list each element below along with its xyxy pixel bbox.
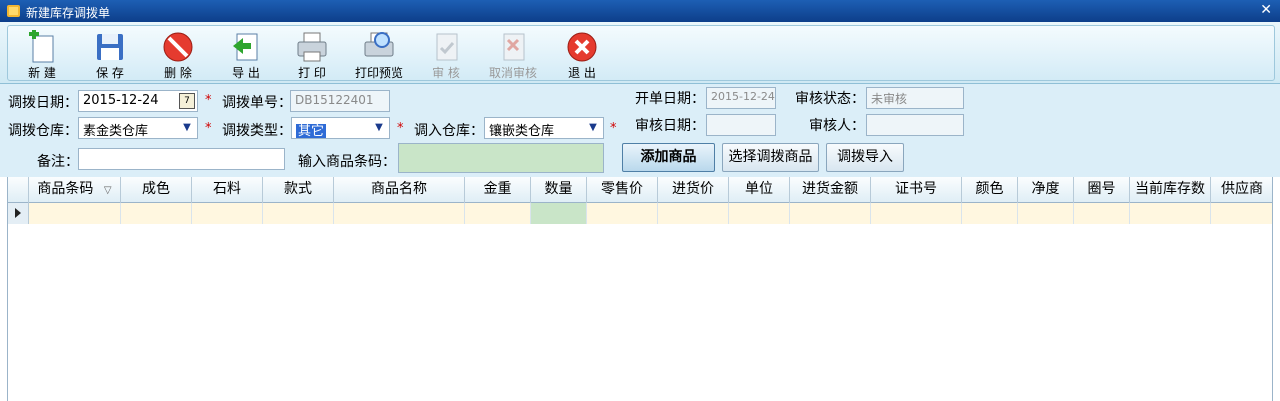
column-header[interactable]: 单位 [729, 177, 790, 203]
column-header[interactable]: 数量 [531, 177, 587, 203]
in-warehouse-label: 调入仓库： [414, 123, 484, 139]
table-cell[interactable] [263, 203, 334, 224]
close-icon[interactable]: ✕ [1260, 2, 1272, 18]
audit-date-label: 审核日期： [635, 118, 705, 134]
print-button[interactable]: 打 印 [282, 26, 342, 82]
app-icon [7, 5, 20, 17]
select-goods-button[interactable]: 选择调拨商品 [722, 143, 819, 172]
audit-status-field: 未审核 [866, 87, 964, 109]
chevron-down-icon[interactable]: ▼ [585, 120, 601, 136]
open-date-label: 开单日期： [635, 91, 705, 107]
cancel-audit-button[interactable]: 取消审核 [482, 26, 544, 82]
import-button[interactable]: 调拨导入 [826, 143, 904, 172]
table-cell[interactable] [334, 203, 465, 224]
table-cell[interactable] [1074, 203, 1130, 224]
auditor-field [866, 114, 964, 136]
table-cell[interactable] [1018, 203, 1074, 224]
column-header[interactable]: 圈号 [1074, 177, 1130, 203]
required-mark: * [205, 93, 212, 108]
audit-icon [436, 33, 458, 61]
barcode-input[interactable] [398, 143, 604, 173]
row-indicator[interactable] [8, 203, 29, 224]
column-header[interactable]: 颜色 [962, 177, 1018, 203]
column-header[interactable]: 成色 [121, 177, 192, 203]
table-cell[interactable] [1130, 203, 1211, 224]
save-icon [97, 34, 123, 60]
table-cell[interactable] [192, 203, 263, 224]
barcode-label: 输入商品条码： [298, 154, 396, 170]
delete-button[interactable]: 删 除 [148, 26, 208, 82]
column-header[interactable]: 证书号 [871, 177, 962, 203]
cancel-audit-icon [503, 33, 525, 61]
window-title: 新建库存调拨单 [26, 6, 111, 20]
open-date-field: 2015-12-24 [706, 87, 776, 109]
column-header[interactable]: 石料 [192, 177, 263, 203]
add-goods-button[interactable]: 添加商品 [622, 143, 715, 172]
new-button[interactable]: 新 建 [12, 26, 72, 82]
auditor-label: 审核人： [809, 118, 865, 134]
table-cell[interactable] [871, 203, 962, 224]
table-cell[interactable] [587, 203, 658, 224]
column-header[interactable]: 款式 [263, 177, 334, 203]
table-cell[interactable] [729, 203, 790, 224]
transfer-type-select[interactable]: 其它 ▼ [291, 117, 390, 139]
transfer-no-field: DB15122401 [290, 90, 390, 112]
exit-icon [567, 32, 597, 62]
export-button[interactable]: 导 出 [216, 26, 276, 82]
toolbar: 新 建 保 存 删 除 导 出 打 印 打印预览 审 核 取消审核 退 出 [0, 22, 1280, 84]
new-icon [29, 30, 54, 63]
table-cell[interactable] [531, 203, 587, 224]
chevron-down-icon[interactable]: ▼ [371, 120, 387, 136]
exit-button[interactable]: 退 出 [552, 26, 612, 82]
sort-icon[interactable]: ▽ [104, 185, 112, 196]
column-header[interactable]: 商品名称 [334, 177, 465, 203]
chevron-down-icon[interactable]: ▼ [179, 120, 195, 136]
required-mark: * [205, 121, 212, 136]
table-cell[interactable] [962, 203, 1018, 224]
audit-button[interactable]: 审 核 [416, 26, 476, 82]
goods-grid: 商品条码 ▽ 成色 石料 款式 商品名称 金重 数量 零售价 进货价 单位 进货… [7, 177, 1273, 401]
calendar-icon[interactable]: 7 [179, 93, 195, 109]
transfer-date-field[interactable]: 2015-12-24 7 [78, 90, 198, 112]
print-preview-button[interactable]: 打印预览 [348, 26, 410, 82]
form-panel: 调拨日期： 2015-12-24 7 * 调拨单号： DB15122401 开单… [0, 84, 1280, 177]
column-header[interactable]: 商品条码 ▽ [29, 177, 121, 203]
column-header[interactable]: 进货金额 [790, 177, 871, 203]
audit-status-label: 审核状态： [795, 91, 865, 107]
column-header[interactable]: 零售价 [587, 177, 658, 203]
column-header[interactable]: 进货价 [658, 177, 729, 203]
out-warehouse-select[interactable]: 素金类仓库 ▼ [78, 117, 198, 139]
column-header[interactable]: 净度 [1018, 177, 1074, 203]
table-cell[interactable] [658, 203, 729, 224]
print-icon [297, 32, 327, 62]
column-header[interactable]: 当前库存数 [1130, 177, 1211, 203]
remark-label: 备注： [37, 154, 79, 170]
table-row[interactable] [8, 203, 1272, 224]
table-cell[interactable] [465, 203, 531, 224]
transfer-type-label: 调拨类型： [222, 123, 292, 139]
current-row-icon [15, 208, 21, 218]
in-warehouse-select[interactable]: 镶嵌类仓库 ▼ [484, 117, 604, 139]
column-header[interactable]: 金重 [465, 177, 531, 203]
audit-date-field [706, 114, 776, 136]
out-warehouse-label: 调拨仓库： [8, 123, 78, 139]
print-preview-icon [364, 32, 394, 57]
table-cell[interactable] [29, 203, 121, 224]
table-cell[interactable] [121, 203, 192, 224]
row-header-corner [8, 177, 29, 203]
transfer-no-label: 调拨单号： [222, 95, 292, 111]
table-cell[interactable] [790, 203, 871, 224]
remark-input[interactable] [78, 148, 285, 170]
table-cell[interactable] [1211, 203, 1272, 224]
delete-icon [163, 32, 193, 62]
required-mark: * [610, 121, 617, 136]
export-icon [233, 33, 258, 61]
transfer-date-label: 调拨日期： [8, 95, 78, 111]
save-button[interactable]: 保 存 [80, 26, 140, 82]
grid-header: 商品条码 ▽ 成色 石料 款式 商品名称 金重 数量 零售价 进货价 单位 进货… [8, 177, 1272, 203]
column-header[interactable]: 供应商 [1211, 177, 1272, 203]
title-bar: 新建库存调拨单 ✕ [0, 0, 1280, 22]
required-mark: * [397, 121, 404, 136]
